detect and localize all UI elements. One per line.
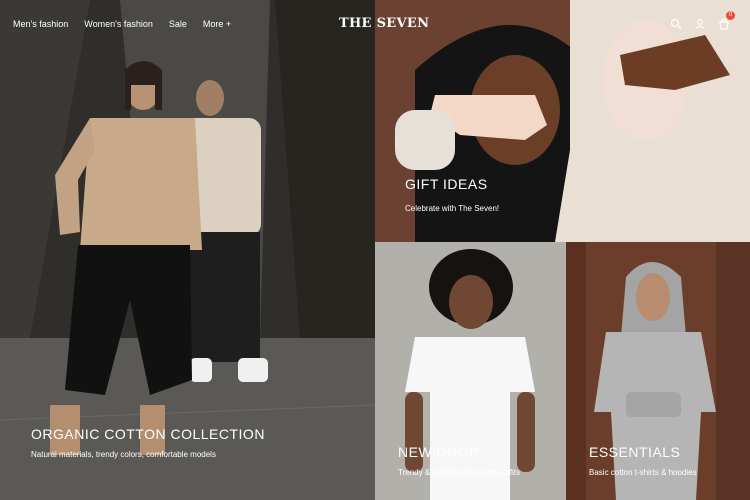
- nav-link-more[interactable]: More +: [203, 19, 231, 29]
- tile-subtitle-newdrop: Trendy & comfortable home outfits: [398, 468, 520, 477]
- cart-count-badge: 0: [726, 11, 735, 20]
- tile-title-newdrop[interactable]: NEW DROP: [398, 444, 520, 460]
- tile-subtitle-gift: Celebrate with The Seven!: [405, 204, 500, 213]
- tile-title-organic[interactable]: ORGANIC COTTON COLLECTION: [31, 426, 265, 442]
- hero-photo-organic: [0, 0, 375, 500]
- nav-link-womens-fashion[interactable]: Women's fashion: [84, 19, 153, 29]
- search-icon[interactable]: [670, 17, 682, 30]
- hero-tile-essentials[interactable]: ESSENTIALS Basic cotton t-shirts & hoodi…: [566, 242, 750, 500]
- header-icons: 0: [670, 11, 735, 30]
- tile-subtitle-essentials: Basic cotton t-shirts & hoodies: [589, 468, 697, 477]
- site-logo[interactable]: THE SEVEN: [339, 16, 429, 31]
- site-header: Men's fashion Women's fashion Sale More …: [0, 0, 750, 48]
- tile-title-gift[interactable]: GIFT IDEAS: [405, 176, 499, 192]
- hero-tile-organic-cotton[interactable]: ORGANIC COTTON COLLECTION Natural materi…: [0, 0, 375, 500]
- main-nav: Men's fashion Women's fashion Sale More …: [13, 19, 231, 29]
- tile-subtitle-organic: Natural materials, trendy colors, comfor…: [31, 450, 216, 459]
- tile-title-essentials[interactable]: ESSENTIALS: [589, 444, 697, 460]
- nav-link-mens-fashion[interactable]: Men's fashion: [13, 19, 68, 29]
- hero-tile-new-drop[interactable]: NEW DROP Trendy & comfortable home outfi…: [375, 242, 566, 500]
- nav-link-sale[interactable]: Sale: [169, 19, 187, 29]
- cart-icon[interactable]: 0: [718, 11, 735, 30]
- user-icon[interactable]: [694, 17, 706, 30]
